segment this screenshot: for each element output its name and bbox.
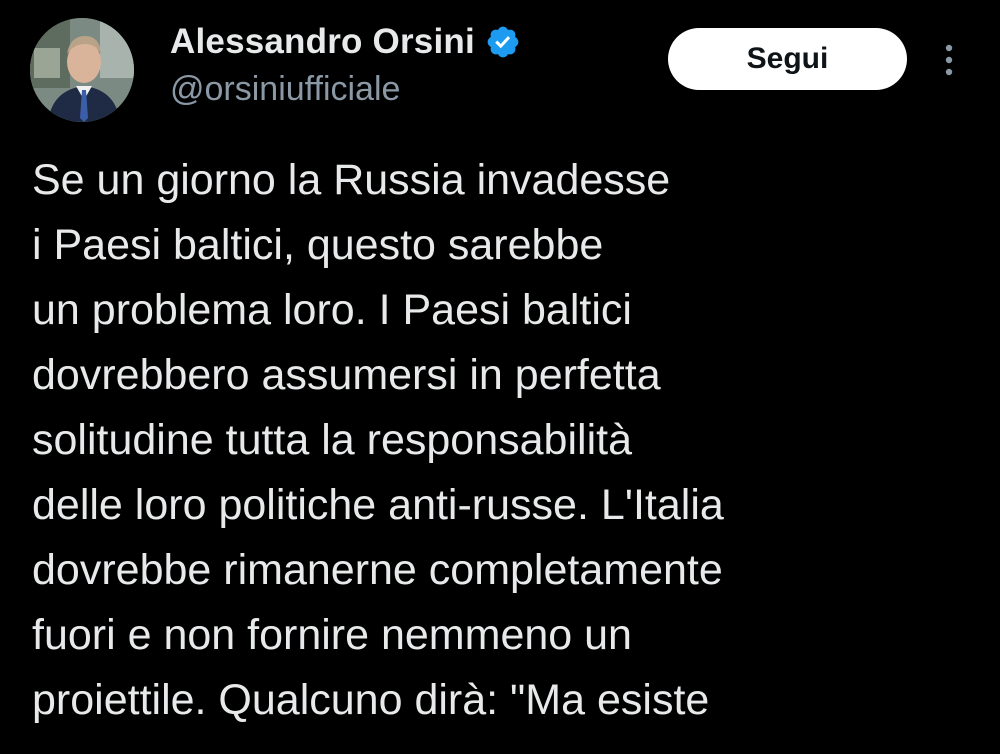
tweet-card: Alessandro Orsini @orsiniufficiale Segui… bbox=[0, 0, 1000, 754]
author-handle[interactable]: @orsiniufficiale bbox=[170, 70, 521, 109]
follow-button[interactable]: Segui bbox=[668, 28, 907, 90]
author-block: Alessandro Orsini @orsiniufficiale bbox=[170, 18, 521, 109]
tweet-text-line: fuori e non fornire nemmeno un bbox=[32, 611, 632, 659]
more-options-icon[interactable] bbox=[938, 40, 960, 80]
tweet-text-line: solitudine tutta la responsabilità bbox=[32, 416, 632, 464]
tweet-text-line: proiettile. Qualcuno dirà: "Ma esiste bbox=[32, 676, 710, 724]
tweet-text-line: dovrebbe rimanerne completamente bbox=[32, 546, 723, 594]
tweet-text-line: dovrebbero assumersi in perfetta bbox=[32, 351, 661, 399]
avatar[interactable] bbox=[30, 18, 134, 122]
tweet-text-line: Se un giorno la Russia invadesse bbox=[32, 156, 671, 204]
tweet-text-line: un problema loro. I Paesi baltici bbox=[32, 286, 632, 334]
tweet-text-line: i Paesi baltici, questo sarebbe bbox=[32, 221, 604, 269]
profile-photo-icon bbox=[30, 18, 134, 122]
author-display-name[interactable]: Alessandro Orsini bbox=[170, 22, 475, 62]
tweet-text: Se un giorno la Russia invadesse i Paesi… bbox=[32, 148, 982, 733]
verified-badge-icon bbox=[485, 24, 521, 60]
author-name-row: Alessandro Orsini bbox=[170, 18, 521, 66]
tweet-text-line: delle loro politiche anti-russe. L'Itali… bbox=[32, 481, 724, 529]
